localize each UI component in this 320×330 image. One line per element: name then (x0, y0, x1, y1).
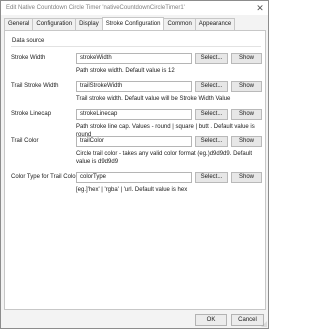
stroke-linecap-select-button[interactable]: Select... (195, 109, 228, 120)
dialog-title: Edit Native Countdown Circle Timer 'nati… (6, 5, 185, 11)
group-divider (11, 46, 261, 47)
color-type-label: Color Type for Trail Color (11, 174, 78, 180)
stroke-width-label: Stroke Width (11, 55, 46, 61)
trail-stroke-width-field[interactable]: trailStrokeWidth (76, 81, 192, 92)
color-type-field[interactable]: colorType (76, 172, 192, 183)
title-bar: Edit Native Countdown Circle Timer 'nati… (1, 1, 268, 15)
tab-stroke-configuration[interactable]: Stroke Configuration (101, 17, 165, 30)
cancel-button[interactable]: Cancel (231, 314, 264, 326)
trail-stroke-width-label: Trail Stroke Width (11, 83, 59, 89)
tab-panel: Data source Stroke Width strokeWidth Sel… (4, 30, 266, 310)
tab-strip: General Configuration Display Stroke Con… (4, 17, 236, 30)
tab-display[interactable]: Display (75, 18, 103, 30)
trail-color-field[interactable]: trailColor (76, 136, 192, 147)
tab-configuration[interactable]: Configuration (32, 18, 77, 30)
close-icon[interactable]: ✕ (255, 1, 265, 15)
trail-stroke-width-show-button[interactable]: Show (231, 81, 262, 92)
stroke-width-field[interactable]: strokeWidth (76, 53, 192, 64)
color-type-show-button[interactable]: Show (231, 172, 262, 183)
stroke-linecap-field[interactable]: strokeLinecap (76, 109, 192, 120)
trail-color-select-button[interactable]: Select... (195, 136, 228, 147)
ok-button[interactable]: OK (195, 314, 227, 326)
group-title: Data source (12, 38, 45, 44)
trail-color-label: Trail Color (11, 138, 39, 144)
stroke-linecap-show-button[interactable]: Show (231, 109, 262, 120)
trail-stroke-width-select-button[interactable]: Select... (195, 81, 228, 92)
stroke-width-show-button[interactable]: Show (231, 53, 262, 64)
color-type-description: [eg.]'hex' | 'rgba' | 'url. Default valu… (76, 187, 188, 193)
stroke-linecap-label: Stroke Linecap (11, 111, 52, 117)
trail-color-description: Circle trail color - takes any valid col… (76, 151, 253, 165)
color-type-select-button[interactable]: Select... (195, 172, 228, 183)
trail-stroke-width-description: Trail stroke width. Default value will b… (76, 96, 231, 102)
tab-common[interactable]: Common (163, 18, 196, 30)
edit-dialog: Edit Native Countdown Circle Timer 'nati… (0, 0, 269, 329)
trail-color-show-button[interactable]: Show (231, 136, 262, 147)
tab-general[interactable]: General (4, 18, 34, 30)
tab-appearance[interactable]: Appearance (194, 18, 236, 30)
stroke-width-select-button[interactable]: Select... (195, 53, 228, 64)
stroke-width-description: Path stroke width. Default value is 12 (76, 68, 175, 74)
